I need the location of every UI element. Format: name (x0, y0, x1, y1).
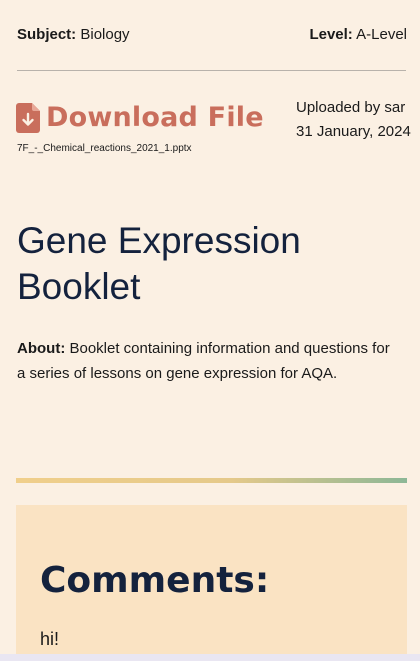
file-download-icon (16, 102, 40, 133)
section-divider (16, 478, 407, 483)
comments-section: Comments: hi! (16, 505, 407, 661)
download-file-link[interactable]: Download File (16, 102, 264, 133)
comment-text: hi! (40, 629, 60, 649)
uploaded-by: Uploaded by sar (296, 99, 406, 116)
upload-date: 31 January, 2024 (296, 123, 411, 140)
header-divider (17, 70, 406, 71)
upload-info: Uploaded by sar 31 January, 2024 (296, 96, 411, 144)
resource-meta: Subject: Biology Level: A-Level (17, 24, 407, 44)
bottom-strip (0, 654, 420, 661)
about-text: Booklet containing information and quest… (17, 340, 390, 382)
level-label: Level: (309, 25, 353, 43)
level-info: Level: A-Level (309, 26, 407, 43)
file-name: 7F_-_Chemical_reactions_2021_1.pptx (17, 143, 192, 154)
comments-heading: Comments: (40, 560, 270, 601)
subject-value: Biology (80, 25, 130, 43)
resource-title: Gene Expression Booklet (17, 220, 301, 307)
subject-label: Subject: (17, 25, 77, 43)
subject-info: Subject: Biology (17, 26, 130, 43)
about-section: About: Booklet containing information an… (17, 336, 402, 386)
download-label: Download File (46, 102, 264, 133)
level-value: A-Level (356, 25, 407, 43)
about-label: About: (17, 340, 66, 357)
